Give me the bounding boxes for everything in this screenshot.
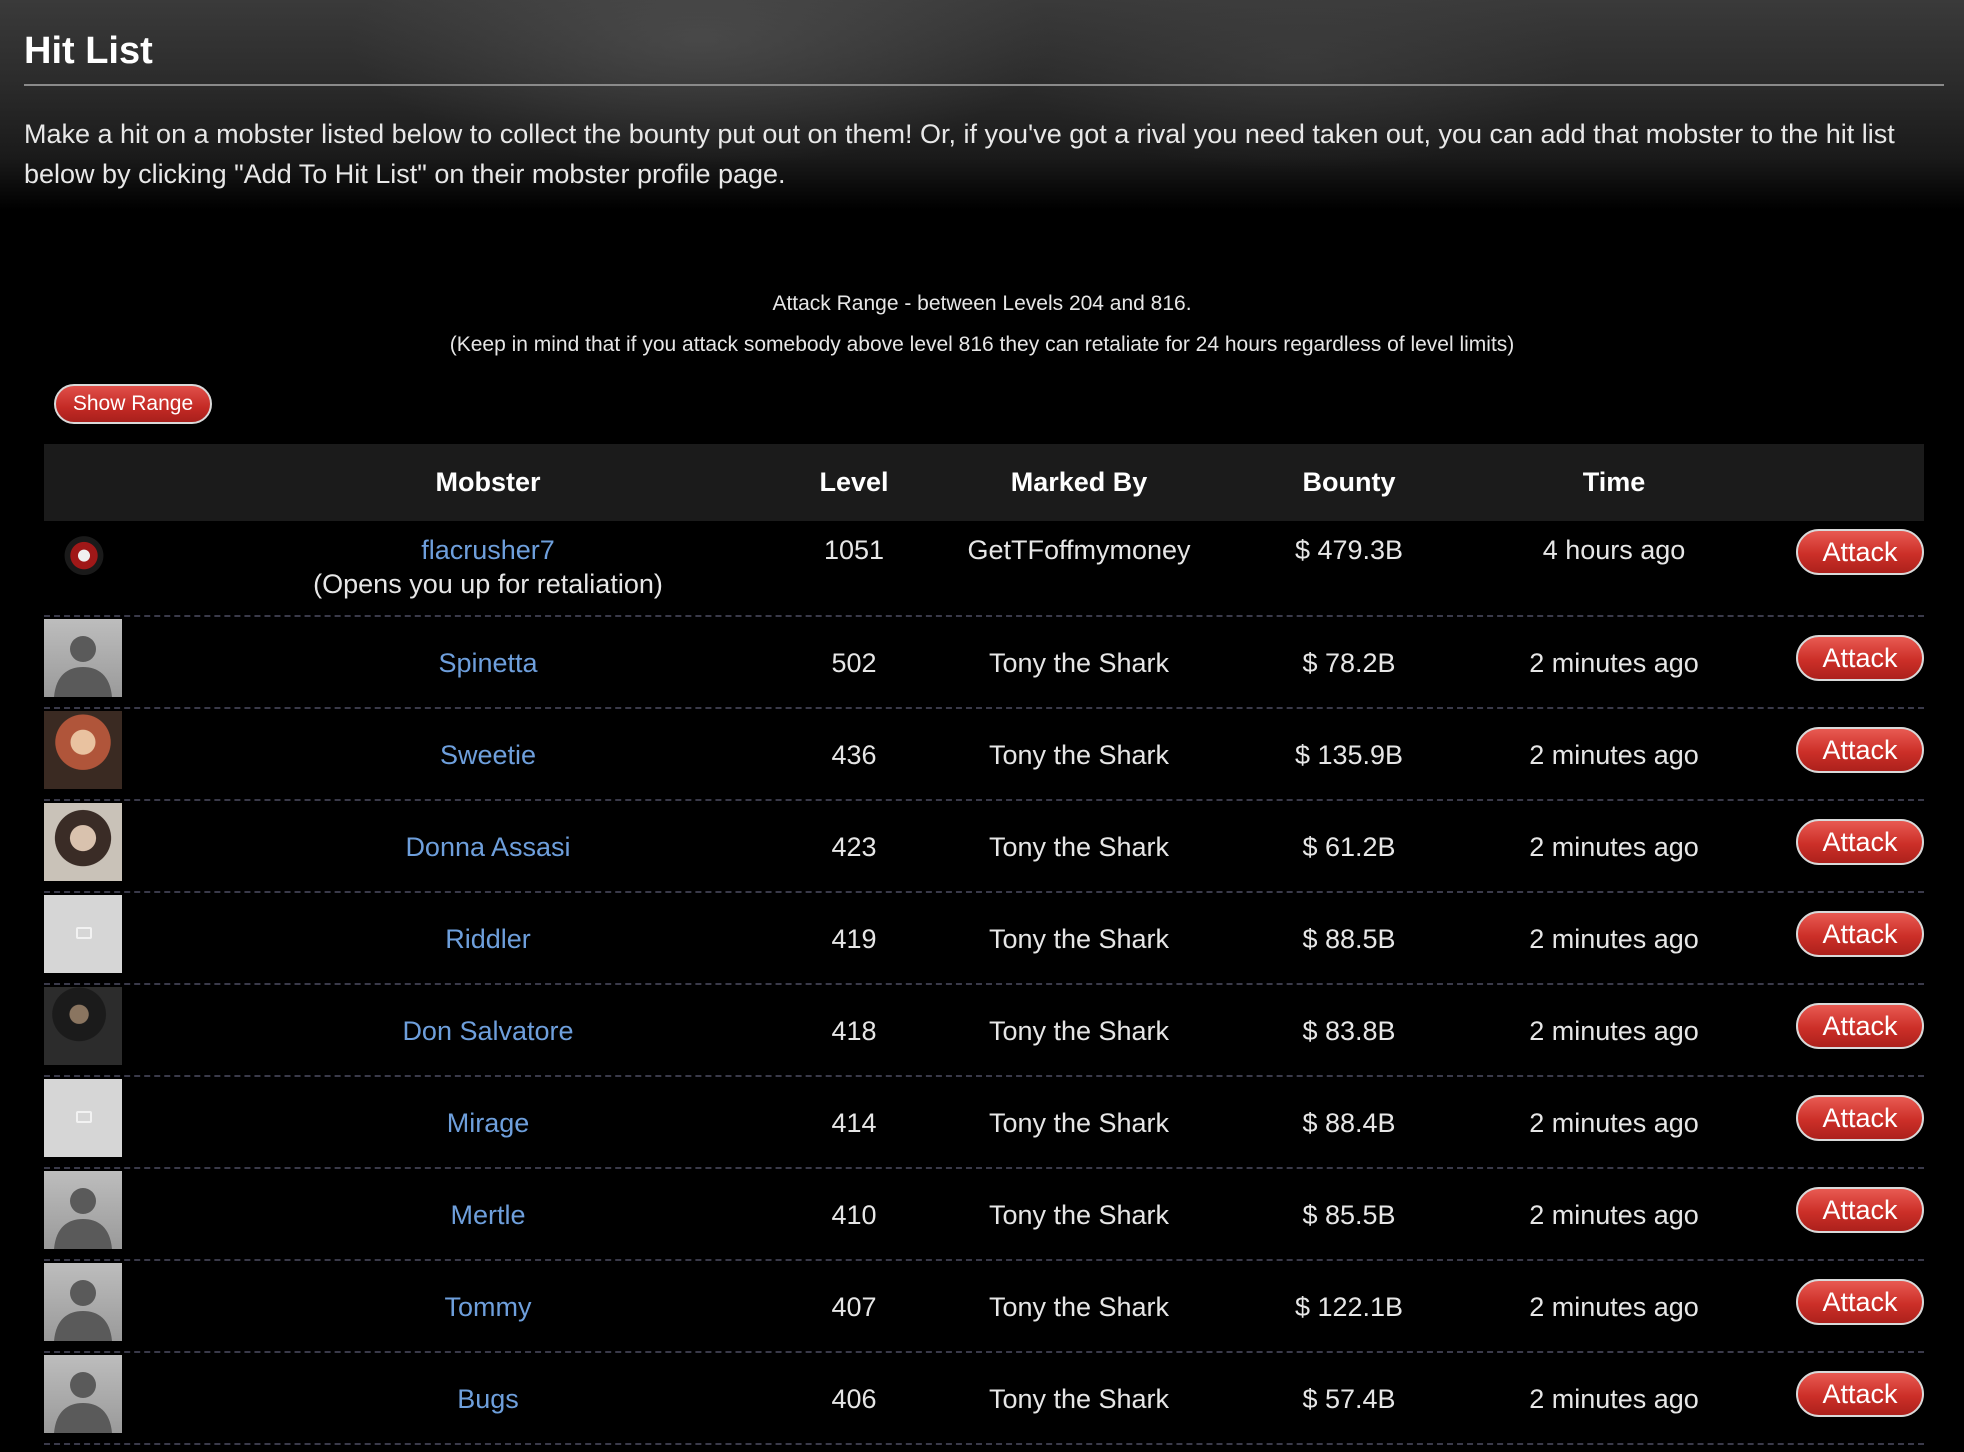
attack-button[interactable]: Attack — [1796, 1003, 1924, 1049]
attack-button[interactable]: Attack — [1796, 1187, 1924, 1233]
table-row: Tommy 407 Tony the Shark $ 122.1B 2 minutes … — [44, 1261, 1924, 1353]
marked-by-cell: Tony the Shark — [988, 1200, 1170, 1230]
table-row: flacrusher7 (Opens you up for retaliation… — [44, 521, 1924, 617]
time-cell: 2 minutes ago — [1529, 740, 1699, 770]
page-title: Hit List — [24, 30, 153, 72]
table-row: Donna Assasi 423 Tony the Shark $ 61.2B 2 mi… — [44, 801, 1924, 893]
table-row: Spinetta 502 Tony the Shark $ 78.2B 2 minute… — [44, 617, 1924, 709]
attack-button[interactable]: Attack — [1796, 1279, 1924, 1325]
table-row: Bugs 406 Tony the Shark $ 57.4B 2 minutes ag… — [44, 1353, 1924, 1445]
table-row: Mirage 414 Tony the Shark $ 88.4B 2 minutes … — [44, 1077, 1924, 1169]
time-cell: 2 minutes ago — [1529, 648, 1699, 678]
time-cell: 2 minutes ago — [1529, 924, 1699, 954]
column-header-marked-by: Marked By — [1010, 467, 1148, 497]
attack-button[interactable]: Attack — [1796, 635, 1924, 681]
time-cell: 2 minutes ago — [1529, 1108, 1699, 1138]
marked-by-cell: Tony the Shark — [988, 648, 1170, 678]
mobster-name-link[interactable]: Sweetie — [440, 740, 536, 770]
hit-list-page: Hit List Make a hit on a mobster listed … — [0, 0, 1964, 1452]
table-body: flacrusher7 (Opens you up for retaliation… — [44, 521, 1924, 1445]
attack-button[interactable]: Attack — [1796, 819, 1924, 865]
time-cell: 4 hours ago — [1542, 535, 1686, 565]
marked-by-cell: Tony the Shark — [988, 924, 1170, 954]
table-header: Mobster Level Marked By Bounty Time — [44, 444, 1924, 521]
mobster-name-link[interactable]: flacrusher7 — [421, 535, 555, 565]
marked-by-cell: GetTFoffmymoney — [967, 535, 1191, 565]
mobster-name-link[interactable]: Bugs — [457, 1384, 519, 1414]
marked-by-cell: Tony the Shark — [988, 1108, 1170, 1138]
time-cell: 2 minutes ago — [1529, 1016, 1699, 1046]
mobster-name-link[interactable]: Don Salvatore — [402, 1016, 573, 1046]
mobster-name-link[interactable]: Mertle — [450, 1200, 525, 1230]
marked-by-cell: Tony the Shark — [988, 832, 1170, 862]
attack-button[interactable]: Attack — [1796, 529, 1924, 575]
mobster-name-link[interactable]: Donna Assasi — [405, 832, 570, 862]
marked-by-cell: Tony the Shark — [988, 1016, 1170, 1046]
intro-text: Make a hit on a mobster listed below to … — [24, 119, 1895, 189]
attack-button[interactable]: Attack — [1796, 727, 1924, 773]
time-cell: 2 minutes ago — [1529, 1384, 1699, 1414]
attack-button[interactable]: Attack — [1796, 1371, 1924, 1417]
hit-list-table: Mobster Level Marked By Bounty Time flac… — [44, 444, 1924, 1445]
column-header-time: Time — [1582, 467, 1646, 497]
attack-button[interactable]: Attack — [1796, 1095, 1924, 1141]
attack-range-text: Attack Range - between Levels 204 and 81… — [772, 292, 1192, 315]
table-row: Riddler 419 Tony the Shark $ 88.5B 2 minutes… — [44, 893, 1924, 985]
mobster-name-link[interactable]: Tommy — [445, 1292, 532, 1322]
time-cell: 2 minutes ago — [1529, 832, 1699, 862]
mobster-name-link[interactable]: Spinetta — [438, 648, 537, 678]
marked-by-cell: Tony the Shark — [988, 1384, 1170, 1414]
title-divider — [24, 84, 1944, 86]
mobster-name-link[interactable]: Riddler — [445, 924, 531, 954]
time-cell: 2 minutes ago — [1529, 1200, 1699, 1230]
table-row: Sweetie 436 Tony the Shark $ 135.9B 2 minute… — [44, 709, 1924, 801]
attack-button[interactable]: Attack — [1796, 911, 1924, 957]
time-cell: 2 minutes ago — [1529, 1292, 1699, 1322]
retaliation-note: (Keep in mind that if you attack somebod… — [449, 333, 1515, 356]
marked-by-cell: Tony the Shark — [988, 1292, 1170, 1322]
table-row: Mertle 410 Tony the Shark $ 85.5B 2 minutes … — [44, 1169, 1924, 1261]
show-range-button[interactable]: Show Range — [54, 384, 212, 424]
mobster-name-link[interactable]: Mirage — [447, 1108, 530, 1138]
table-row: Don Salvatore 418 Tony the Shark $ 83.8B 2 m… — [44, 985, 1924, 1077]
marked-by-cell: Tony the Shark — [988, 740, 1170, 770]
